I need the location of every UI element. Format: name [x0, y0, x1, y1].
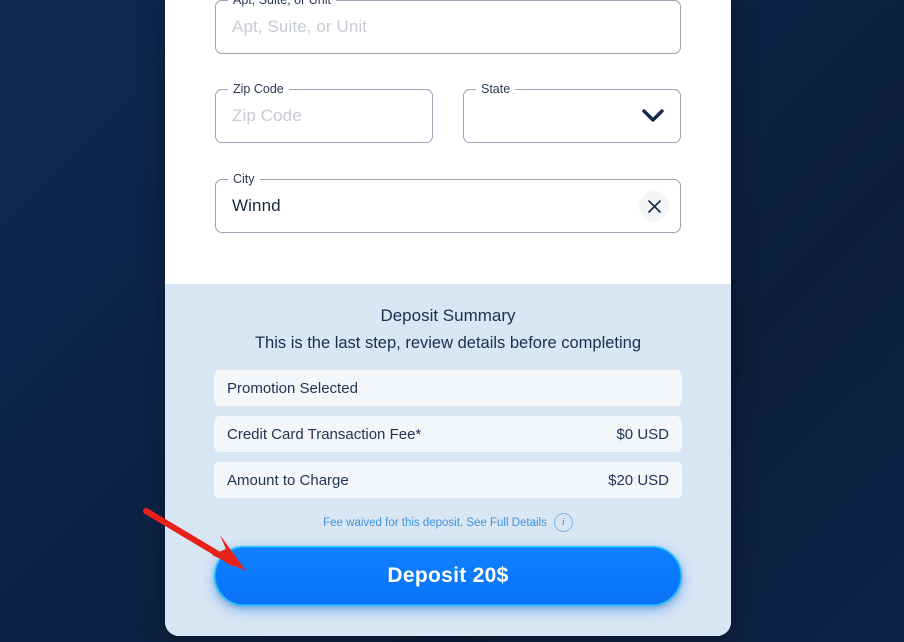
summary-row-amount-to-charge: Amount to Charge $20 USD: [214, 462, 682, 498]
state-label: State: [476, 82, 516, 96]
deposit-summary-panel: Deposit Summary This is the last step, r…: [165, 284, 731, 636]
city-field[interactable]: City Winnd: [215, 172, 681, 233]
apt-suite-unit-input[interactable]: Apt, Suite, or Unit: [232, 17, 367, 37]
zip-code-field[interactable]: Zip Code Zip Code: [215, 82, 433, 143]
city-label: City: [228, 172, 260, 186]
zip-code-input[interactable]: Zip Code: [232, 106, 302, 126]
fee-waiver-note: Fee waived for this deposit. See Full De…: [214, 513, 682, 532]
summary-row-promotion: Promotion Selected: [214, 370, 682, 406]
city-input[interactable]: Winnd: [232, 196, 281, 216]
summary-row-amount: $20 USD: [608, 471, 669, 489]
summary-subtitle: This is the last step, review details be…: [254, 334, 642, 352]
apt-suite-unit-label: Apt, Suite, or Unit: [228, 0, 336, 7]
close-icon[interactable]: [639, 191, 669, 221]
deposit-button[interactable]: Deposit 20$: [214, 546, 682, 606]
summary-row-label: Credit Card Transaction Fee*: [227, 425, 422, 443]
summary-row-label: Amount to Charge: [227, 471, 349, 489]
summary-title: Deposit Summary: [380, 306, 516, 325]
deposit-card: Apt, Suite, or Unit Apt, Suite, or Unit …: [165, 0, 731, 636]
summary-row-label: Promotion Selected: [227, 379, 358, 397]
summary-row-transaction-fee: Credit Card Transaction Fee* $0 USD: [214, 416, 682, 452]
zip-code-label: Zip Code: [228, 82, 289, 96]
summary-row-amount: $0 USD: [616, 425, 669, 443]
state-select-field[interactable]: State: [463, 82, 681, 143]
info-icon[interactable]: i: [553, 513, 573, 532]
fee-waiver-link[interactable]: Fee waived for this deposit. See Full De…: [323, 517, 547, 529]
chevron-down-icon[interactable]: [640, 103, 666, 129]
address-form: Apt, Suite, or Unit Apt, Suite, or Unit …: [165, 0, 731, 233]
apt-suite-unit-field[interactable]: Apt, Suite, or Unit Apt, Suite, or Unit: [215, 0, 681, 54]
zip-state-row: Zip Code Zip Code State: [215, 82, 681, 143]
